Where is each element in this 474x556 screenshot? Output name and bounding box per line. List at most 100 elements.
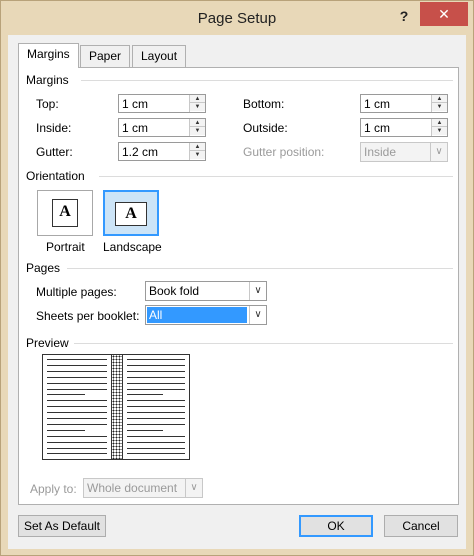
margins-group-label: Margins <box>26 73 69 87</box>
gutter-preview <box>111 355 123 459</box>
preview-line <box>127 447 185 449</box>
spin-down-icon[interactable]: ▼ <box>432 103 447 111</box>
bottom-margin-value: 1 cm <box>364 97 391 111</box>
spin-down-icon[interactable]: ▼ <box>190 127 205 135</box>
portrait-button[interactable]: A <box>37 190 93 236</box>
preview-line <box>127 453 185 455</box>
sheets-per-booklet-label: Sheets per booklet: <box>36 309 140 323</box>
preview-line <box>127 388 185 390</box>
spin-up-icon[interactable]: ▲ <box>432 95 447 103</box>
gutter-position-value: Inside <box>364 145 397 159</box>
preview-line <box>47 418 107 419</box>
multiple-pages-label: Multiple pages: <box>36 285 117 299</box>
preview-line <box>127 400 185 402</box>
bottom-label: Bottom: <box>243 97 285 111</box>
preview-line <box>127 376 185 378</box>
preview-line <box>127 370 185 372</box>
preview-line <box>127 441 185 443</box>
preview-line <box>47 429 85 431</box>
preview-line <box>127 382 185 384</box>
top-margin-value: 1 cm <box>122 97 149 111</box>
tab-layout[interactable]: Layout <box>132 45 187 67</box>
gutter-label: Gutter: <box>36 145 73 159</box>
spin-up-icon[interactable]: ▲ <box>190 119 205 127</box>
preview-line <box>127 359 185 360</box>
tab-paper[interactable]: Paper <box>80 45 131 67</box>
tab-margins[interactable]: Margins <box>18 43 79 68</box>
multiple-pages-value: Book fold <box>149 284 200 298</box>
preview-line <box>47 423 107 425</box>
ok-button[interactable]: OK <box>299 515 373 537</box>
divider <box>99 176 453 177</box>
spin-up-icon[interactable]: ▲ <box>432 119 447 127</box>
preview-line <box>47 441 107 443</box>
dialog-body: Margins Paper Layout Margins Top: 1 cm ▲… <box>8 35 466 549</box>
preview-line <box>47 382 107 384</box>
spin-up-icon[interactable]: ▲ <box>190 143 205 151</box>
sheets-per-booklet-value: All <box>149 308 163 322</box>
top-margin-spinner[interactable]: 1 cm ▲ ▼ <box>118 94 206 113</box>
apply-to-label: Apply to: <box>30 482 77 496</box>
portrait-page-icon: A <box>52 199 78 227</box>
preview-line <box>47 412 107 414</box>
spin-up-icon[interactable]: ▲ <box>190 95 205 103</box>
spin-down-icon[interactable]: ▼ <box>190 103 205 111</box>
pages-group-label: Pages <box>26 261 61 275</box>
chevron-down-icon[interactable]: ∨ <box>249 306 266 324</box>
outside-margin-spinner[interactable]: 1 cm ▲ ▼ <box>360 118 448 137</box>
outside-margin-value: 1 cm <box>364 121 391 135</box>
margins-tab-panel: Margins Top: 1 cm ▲ ▼ Bottom: 1 cm ▲ ▼ Ins… <box>18 67 459 505</box>
apply-to-value: Whole document <box>87 481 178 495</box>
inside-margin-spinner[interactable]: 1 cm ▲ ▼ <box>118 118 206 137</box>
divider <box>81 80 453 81</box>
multiple-pages-dropdown[interactable]: Book fold ∨ <box>145 281 267 301</box>
preview-line <box>127 418 185 419</box>
gutter-position-dropdown[interactable]: Inside ∨ <box>360 142 448 162</box>
gutter-position-label: Gutter position: <box>243 145 325 159</box>
orientation-group-label: Orientation <box>26 169 85 183</box>
preview-line <box>127 406 185 408</box>
booklet-preview <box>42 354 190 460</box>
inside-label: Inside: <box>36 121 72 135</box>
inside-margin-value: 1 cm <box>122 121 149 135</box>
preview-line <box>47 453 107 455</box>
cancel-button[interactable]: Cancel <box>384 515 458 537</box>
portrait-label: Portrait <box>46 240 85 254</box>
preview-line <box>47 376 107 378</box>
preview-line <box>47 406 107 408</box>
chevron-down-icon[interactable]: ∨ <box>185 479 202 497</box>
chevron-down-icon[interactable]: ∨ <box>249 282 266 300</box>
divider <box>74 343 453 344</box>
close-button[interactable]: ✕ <box>420 2 468 26</box>
gutter-value: 1.2 cm <box>122 145 159 159</box>
outside-label: Outside: <box>243 121 288 135</box>
bottom-margin-spinner[interactable]: 1 cm ▲ ▼ <box>360 94 448 113</box>
sheets-per-booklet-dropdown[interactable]: All ∨ <box>145 305 267 325</box>
divider <box>67 268 453 269</box>
preview-line <box>47 435 107 437</box>
preview-line <box>47 388 107 390</box>
landscape-label: Landscape <box>103 240 162 254</box>
preview-line <box>47 359 107 360</box>
spin-down-icon[interactable]: ▼ <box>432 127 447 135</box>
spin-down-icon[interactable]: ▼ <box>190 151 205 159</box>
preview-line <box>47 370 107 372</box>
preview-line <box>127 429 163 431</box>
set-as-default-button[interactable]: Set As Default <box>18 515 106 537</box>
preview-line <box>127 412 185 414</box>
preview-line <box>127 423 185 425</box>
chevron-down-icon[interactable]: ∨ <box>430 143 447 161</box>
preview-line <box>47 364 107 366</box>
landscape-button[interactable]: A <box>103 190 159 236</box>
apply-to-dropdown[interactable]: Whole document ∨ <box>83 478 203 498</box>
preview-line <box>127 435 185 437</box>
gutter-spinner[interactable]: 1.2 cm ▲ ▼ <box>118 142 206 161</box>
preview-line <box>127 364 185 366</box>
preview-line <box>47 394 85 396</box>
page-setup-dialog: Page Setup ? ✕ Margins Paper Layout Marg… <box>0 0 474 556</box>
title-bar[interactable]: Page Setup ? ✕ <box>1 1 473 35</box>
preview-line <box>47 400 107 402</box>
preview-line <box>127 394 163 396</box>
top-label: Top: <box>36 97 59 111</box>
help-button[interactable]: ? <box>391 6 417 26</box>
